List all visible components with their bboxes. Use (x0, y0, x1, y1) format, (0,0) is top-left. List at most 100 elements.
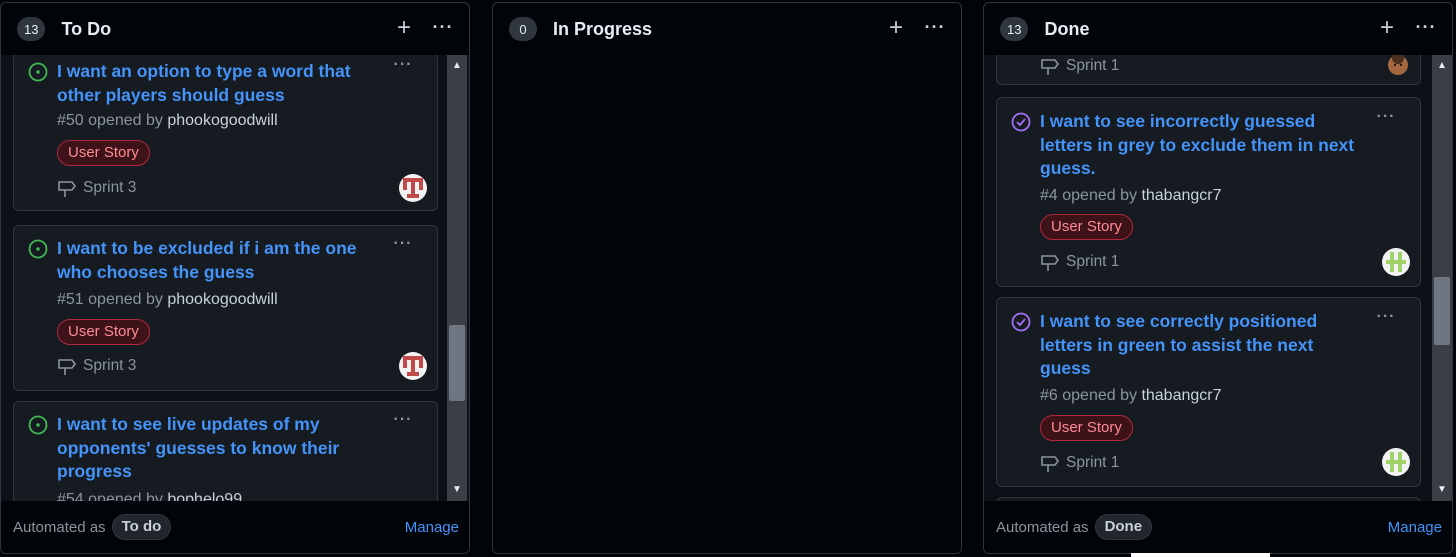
issue-number: #50 (57, 112, 84, 129)
milestone-label: Sprint 1 (1066, 253, 1120, 270)
milestone[interactable]: Sprint 1 (1040, 453, 1119, 473)
scroll-down-arrow-icon[interactable]: ▼ (1432, 481, 1452, 499)
automation-pill: To do (111, 514, 172, 540)
card-kebab-icon[interactable]: ··· (389, 411, 417, 431)
avatar[interactable] (1386, 55, 1410, 76)
issue-title-link[interactable]: I want an option to type a word that oth… (57, 60, 377, 107)
column-cards: I want an option to type a word that oth… (1, 55, 469, 501)
issue-card[interactable]: Sprint 1 (996, 55, 1421, 85)
scroll-up-arrow-icon[interactable]: ▲ (447, 57, 467, 75)
column-header: 13 Done + ··· (984, 3, 1452, 55)
opened-by-text: opened by (1062, 387, 1137, 404)
column-footer: Automated as To do Manage (1, 501, 469, 553)
label-user-story[interactable]: User Story (1040, 214, 1133, 240)
automated-as-text: Automated as (996, 518, 1089, 536)
column-cards (493, 55, 961, 553)
scrollbar-thumb[interactable] (449, 325, 465, 401)
milestone-label: Sprint 1 (1066, 57, 1120, 74)
scrollbar[interactable]: ▲ ▼ (447, 55, 467, 501)
issue-title-link[interactable]: I want to see incorrectly guessed letter… (1040, 110, 1360, 181)
scroll-down-arrow-icon[interactable]: ▼ (447, 481, 467, 499)
issue-card[interactable]: I want to be excluded if i am the one wh… (13, 225, 438, 391)
column-title: In Progress (553, 18, 653, 39)
column-footer: Automated as Done Manage (984, 501, 1452, 553)
column-header: 0 In Progress + ··· (493, 3, 961, 55)
milestone-label: Sprint 3 (83, 179, 137, 196)
milestone-label: Sprint 1 (1066, 454, 1120, 471)
milestone[interactable]: Sprint 1 (1040, 56, 1119, 76)
card-kebab-icon[interactable]: ··· (1372, 108, 1400, 128)
author-link[interactable]: thabangcr7 (1141, 387, 1221, 404)
scrollbar[interactable]: ▲ ▼ (1432, 55, 1452, 501)
author-link[interactable]: phookogoodwill (167, 291, 277, 308)
avatar[interactable] (399, 352, 427, 380)
milestone-icon (58, 181, 76, 197)
issue-meta: #50 opened by phookogoodwill (57, 112, 278, 130)
issue-opened-icon (28, 62, 48, 82)
column-todo: 13 To Do + ··· I want an option to type … (0, 2, 470, 554)
issue-number: #54 (57, 491, 84, 501)
milestone-icon (1041, 59, 1059, 75)
column-header: 13 To Do + ··· (1, 3, 469, 55)
issue-count-badge: 0 (509, 17, 537, 41)
label-user-story[interactable]: User Story (57, 319, 150, 345)
avatar[interactable] (1382, 248, 1410, 276)
issue-closed-icon (1011, 312, 1031, 332)
label-user-story[interactable]: User Story (57, 140, 150, 166)
issue-card[interactable]: I want to see correctly positioned lette… (996, 297, 1421, 487)
milestone[interactable]: Sprint 1 (1040, 252, 1119, 272)
author-link[interactable]: bophelo99 (167, 491, 242, 501)
issue-meta: #4 opened by thabangcr7 (1040, 187, 1222, 205)
issue-card[interactable]: I want to see incorrectly guessed letter… (996, 97, 1421, 287)
kebab-icon[interactable]: ··· (430, 17, 456, 41)
issue-meta: #6 opened by thabangcr7 (1040, 387, 1222, 405)
column-in-progress: 0 In Progress + ··· (492, 2, 962, 554)
issue-count-badge: 13 (1000, 17, 1029, 41)
column-title: Done (1044, 18, 1090, 39)
manage-link[interactable]: Manage (1388, 519, 1442, 536)
author-link[interactable]: thabangcr7 (1141, 187, 1221, 204)
issue-closed-icon (1011, 112, 1031, 132)
automated-as-text: Automated as (13, 518, 106, 536)
issue-card[interactable]: I want to see live updates of my opponen… (13, 401, 438, 501)
avatar[interactable] (399, 174, 427, 202)
window-edge (1131, 553, 1270, 557)
label-user-story[interactable]: User Story (1040, 415, 1133, 441)
issue-opened-icon (28, 239, 48, 259)
milestone-icon (1041, 456, 1059, 472)
milestone[interactable]: Sprint 3 (57, 178, 136, 198)
author-link[interactable]: phookogoodwill (167, 112, 277, 129)
issue-title-link[interactable]: I want to see correctly positioned lette… (1040, 310, 1360, 381)
opened-by-text: opened by (1062, 187, 1137, 204)
issue-title-link[interactable]: I want to be excluded if i am the one wh… (57, 237, 377, 284)
milestone-icon (1041, 255, 1059, 271)
card-kebab-icon[interactable]: ··· (1372, 308, 1400, 328)
plus-icon[interactable]: + (886, 16, 906, 40)
issue-number: #4 (1040, 187, 1058, 204)
avatar[interactable] (1382, 448, 1410, 476)
issue-meta: #51 opened by phookogoodwill (57, 291, 278, 309)
milestone-icon (58, 359, 76, 375)
issue-count-badge: 13 (17, 17, 46, 41)
manage-link[interactable]: Manage (405, 519, 459, 536)
issue-opened-icon (28, 415, 48, 435)
kebab-icon[interactable]: ··· (1413, 17, 1439, 41)
card-kebab-icon[interactable]: ··· (389, 56, 417, 76)
milestone[interactable]: Sprint 3 (57, 356, 136, 376)
issue-title-link[interactable]: I want to see live updates of my opponen… (57, 413, 377, 484)
kebab-icon[interactable]: ··· (922, 17, 948, 41)
column-cards: Sprint 1 I want to see incorrectly guess… (984, 55, 1452, 501)
column-done: 13 Done + ··· Sprint 1 I want to see inc… (983, 2, 1453, 554)
scroll-up-arrow-icon[interactable]: ▲ (1432, 57, 1452, 75)
plus-icon[interactable]: + (394, 16, 414, 40)
plus-icon[interactable]: + (1377, 16, 1397, 40)
card-kebab-icon[interactable]: ··· (389, 235, 417, 255)
automation-pill: Done (1094, 514, 1153, 540)
opened-by-text: opened by (88, 291, 163, 308)
opened-by-text: opened by (88, 491, 163, 501)
issue-card[interactable]: I want an option to type a word that oth… (13, 55, 438, 211)
issue-meta: #54 opened by bophelo99 (57, 491, 242, 501)
opened-by-text: opened by (88, 112, 163, 129)
issue-number: #51 (57, 291, 84, 308)
scrollbar-thumb[interactable] (1434, 277, 1450, 345)
